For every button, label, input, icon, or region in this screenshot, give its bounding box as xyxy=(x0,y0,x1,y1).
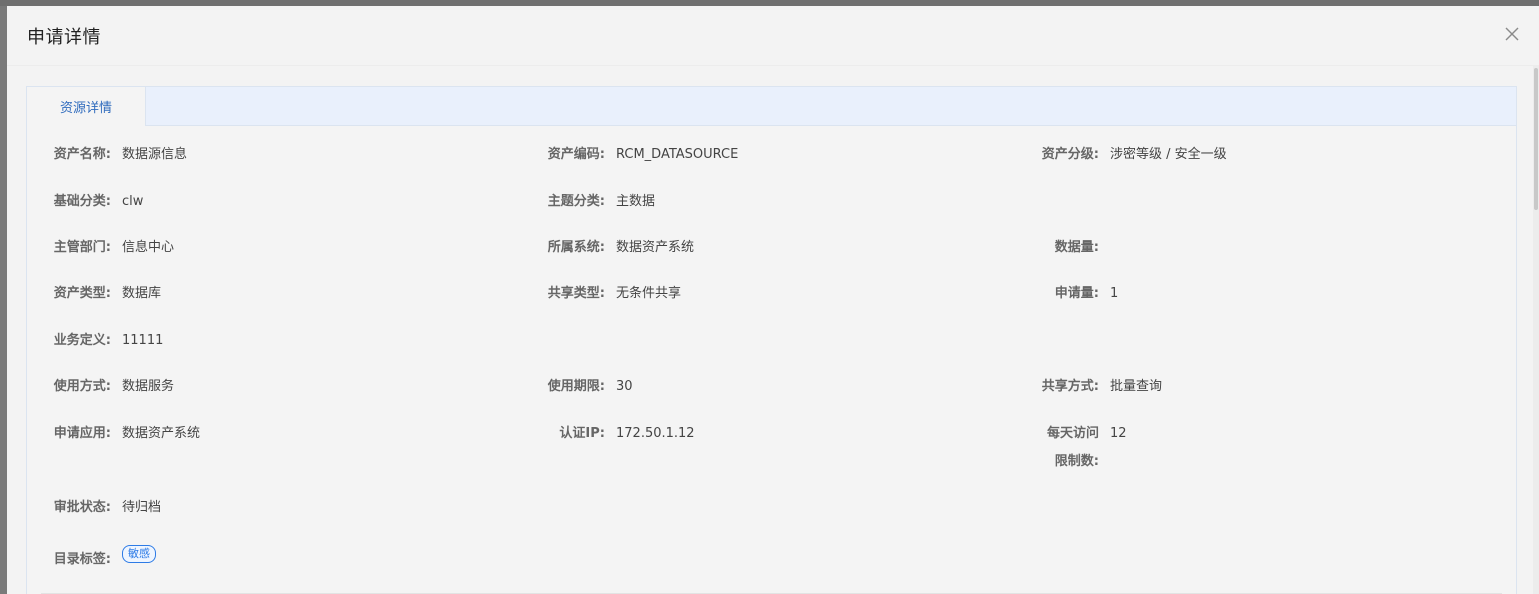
asset-level-value: 涉密等级 / 安全一级 xyxy=(1110,147,1227,162)
detail-row: 申请应用: 数据资产系统 认证IP: 172.50.1.12 每天访问 限制数:… xyxy=(27,424,1516,472)
detail-row: 目录标签: 敏感 xyxy=(27,545,1516,574)
department-value: 信息中心 xyxy=(122,240,175,255)
auth-ip-value: 172.50.1.12 xyxy=(616,426,695,441)
scrollbar-thumb[interactable] xyxy=(1534,68,1538,210)
data-volume-label: 数据量: xyxy=(1054,240,1099,255)
daily-limit-label-line2: 限制数: xyxy=(1054,454,1099,469)
share-type-label: 共享类型: xyxy=(547,286,605,301)
detail-row: 资产类型: 数据库 共享类型: 无条件共享 申请量: 1 xyxy=(27,284,1516,308)
daily-limit-label-line1: 每天访问 xyxy=(1046,426,1099,441)
daily-limit-value: 12 xyxy=(1110,426,1127,441)
topic-category-value: 主数据 xyxy=(616,194,656,209)
system-value: 数据资产系统 xyxy=(616,240,695,255)
system-label: 所属系统: xyxy=(547,240,605,255)
usage-period-value: 30 xyxy=(616,379,633,394)
department-label: 主管部门: xyxy=(53,240,111,255)
asset-type-value: 数据库 xyxy=(122,286,162,301)
close-icon xyxy=(1505,27,1519,41)
business-def-label: 业务定义: xyxy=(53,333,111,348)
share-type-value: 无条件共享 xyxy=(616,286,682,301)
apply-app-value: 数据资产系统 xyxy=(122,426,201,441)
sensitive-tag: 敏感 xyxy=(122,545,156,563)
dialog-header: 申请详情 xyxy=(7,6,1539,66)
business-def-value: 11111 xyxy=(122,333,164,348)
catalog-tag-label: 目录标签: xyxy=(53,552,111,567)
close-button[interactable] xyxy=(1501,23,1523,45)
base-category-label: 基础分类: xyxy=(53,194,111,209)
resource-detail-card: 资源详情 资产名称: 数据源信息 资产编码: RCM_DATASOURCE 资产… xyxy=(26,86,1517,594)
share-mode-label: 共享方式: xyxy=(1041,379,1099,394)
detail-row: 主管部门: 信息中心 所属系统: 数据资产系统 数据量: xyxy=(27,238,1516,262)
usage-mode-label: 使用方式: xyxy=(53,379,111,394)
share-mode-value: 批量查询 xyxy=(1110,379,1163,394)
auth-ip-label: 认证IP: xyxy=(559,426,605,441)
apply-app-label: 申请应用: xyxy=(53,426,111,441)
asset-type-label: 资产类型: xyxy=(53,286,111,301)
usage-period-label: 使用期限: xyxy=(547,379,605,394)
apply-detail-dialog: 申请详情 资源详情 资产名称: 数据源信息 资产编码: RCM_DATASOUR… xyxy=(7,6,1539,594)
asset-code-value: RCM_DATASOURCE xyxy=(616,147,739,162)
apply-count-label: 申请量: xyxy=(1054,286,1099,301)
asset-level-label: 资产分级: xyxy=(1041,147,1099,162)
apply-count-value: 1 xyxy=(1110,286,1119,301)
asset-code-label: 资产编码: xyxy=(547,147,605,162)
approval-status-value: 待归档 xyxy=(122,500,162,515)
tab-resource-detail[interactable]: 资源详情 xyxy=(27,87,146,126)
asset-name-label: 资产名称: xyxy=(53,147,111,162)
topic-category-label: 主题分类: xyxy=(547,194,605,209)
base-category-value: clw xyxy=(122,194,144,209)
detail-row: 审批状态: 待归档 xyxy=(27,498,1516,522)
detail-row: 业务定义: 11111 xyxy=(27,331,1516,355)
usage-mode-value: 数据服务 xyxy=(122,379,175,394)
approval-status-label: 审批状态: xyxy=(53,500,111,515)
tab-bar: 资源详情 xyxy=(27,87,1516,126)
detail-row: 资产名称: 数据源信息 资产编码: RCM_DATASOURCE 资产分级: 涉… xyxy=(27,145,1516,169)
detail-row: 基础分类: clw 主题分类: 主数据 xyxy=(27,192,1516,216)
dialog-title: 申请详情 xyxy=(27,27,101,48)
asset-name-value: 数据源信息 xyxy=(122,147,188,162)
detail-row: 使用方式: 数据服务 使用期限: 30 共享方式: 批量查询 xyxy=(27,377,1516,401)
